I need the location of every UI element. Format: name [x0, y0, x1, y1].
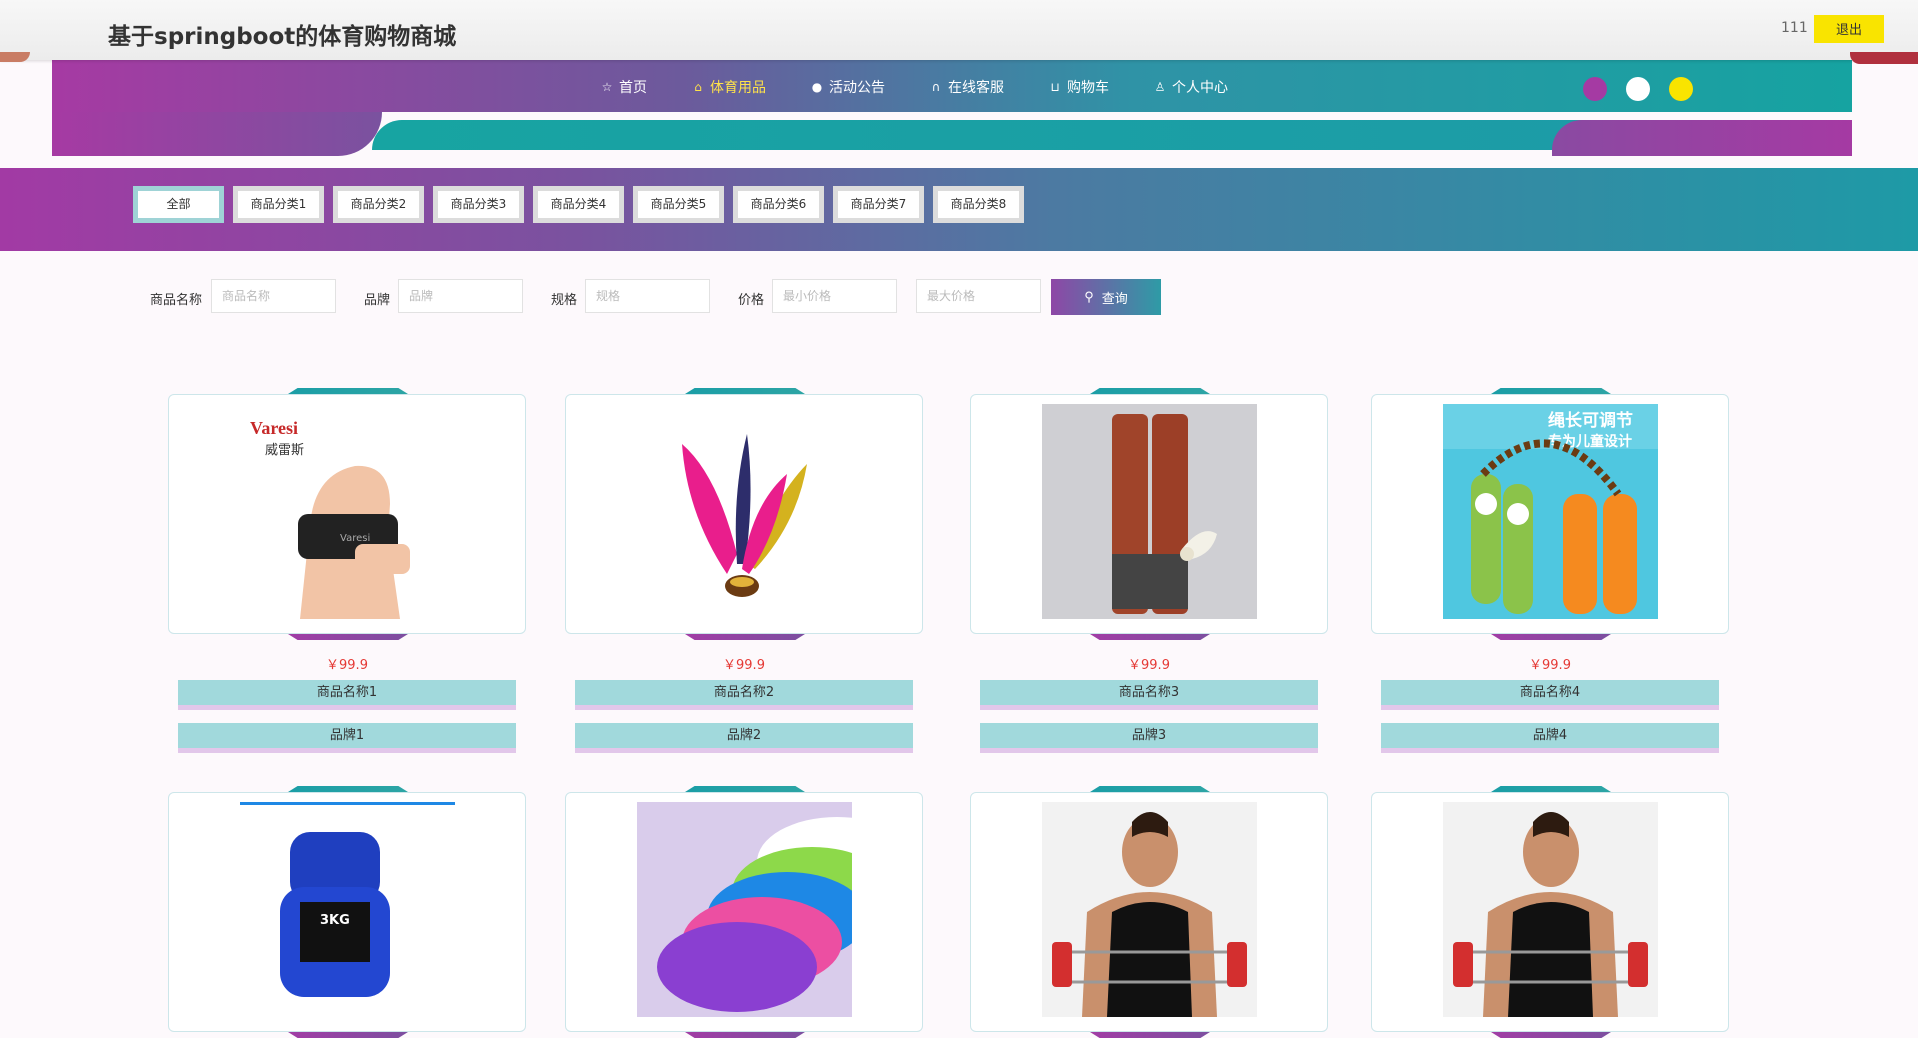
spec-input[interactable]: [585, 279, 710, 313]
nav-item-1[interactable]: ⌂ 体育用品: [691, 76, 766, 98]
bag-icon: ⌂: [694, 80, 702, 94]
nav-item-label: 体育用品: [710, 80, 766, 96]
category-list: 全部 商品分类1 商品分类2 商品分类3 商品分类4 商品分类5 商品分类6 商品分类7 商品分…: [133, 186, 1033, 223]
product-brand: 品牌2: [575, 723, 913, 753]
category-tab-2[interactable]: 商品分类2: [333, 186, 424, 223]
top-bar-edge-right: [1850, 52, 1918, 64]
info-icon: ●: [811, 80, 823, 94]
product-name[interactable]: 商品名称4: [1381, 680, 1719, 710]
frame-top-accent: [1491, 786, 1611, 792]
banner-wave-purple: [1552, 120, 1852, 156]
product-image[interactable]: [637, 404, 852, 619]
search-icon: ⚲: [1084, 289, 1094, 304]
max-price-input[interactable]: [916, 279, 1041, 313]
brand-input[interactable]: [398, 279, 523, 313]
frame-top-accent: [1090, 388, 1210, 394]
theme-dot-2[interactable]: [1669, 77, 1693, 101]
brand-label: 品牌: [364, 293, 391, 308]
frame-bottom-accent: [288, 634, 408, 640]
product-name[interactable]: 商品名称1: [178, 680, 516, 710]
frame-top-accent: [288, 786, 408, 792]
product-name[interactable]: 商品名称2: [575, 680, 913, 710]
category-tab-5[interactable]: 商品分类5: [633, 186, 724, 223]
headset-icon: ∩: [931, 80, 941, 94]
nav-item-3[interactable]: ∩ 在线客服: [929, 76, 1004, 98]
frame-bottom-accent: [288, 1032, 408, 1038]
svg-text:专为儿童设计: 专为儿童设计: [1548, 433, 1632, 450]
star-icon: ☆: [601, 80, 613, 94]
svg-text:Varesi: Varesi: [250, 418, 298, 438]
category-tab-8[interactable]: 商品分类8: [933, 186, 1024, 223]
app-title: 基于springboot的体育购物商城: [108, 24, 457, 50]
frame-top-accent: [288, 388, 408, 394]
nav-item-5[interactable]: ♙ 个人中心: [1153, 76, 1228, 98]
category-tab-7[interactable]: 商品分类7: [833, 186, 924, 223]
product-image[interactable]: 绳长可调节 专为儿童设计: [1443, 404, 1658, 619]
frame-bottom-accent: [1090, 634, 1210, 640]
frame-bottom-accent: [1491, 634, 1611, 640]
product-image[interactable]: Varesi 威雷斯 Varesi: [240, 404, 455, 619]
nav-item-label: 个人中心: [1172, 80, 1228, 96]
product-price: ￥99.9: [1529, 658, 1571, 673]
svg-text:Varesi: Varesi: [340, 533, 370, 544]
frame-top-accent: [685, 388, 805, 394]
nav-item-label: 在线客服: [948, 80, 1004, 96]
frame-bottom-accent: [1491, 1032, 1611, 1038]
price-label: 价格: [738, 293, 765, 308]
product-image[interactable]: [1443, 802, 1658, 1017]
category-tab-6[interactable]: 商品分类6: [733, 186, 824, 223]
min-price-input[interactable]: [772, 279, 897, 313]
product-price: ￥99.9: [326, 658, 368, 673]
theme-switcher: [1583, 77, 1712, 101]
svg-text:3KG: 3KG: [320, 913, 350, 928]
frame-bottom-accent: [1090, 1032, 1210, 1038]
product-image[interactable]: [637, 802, 852, 1017]
logout-button[interactable]: 退出: [1814, 15, 1884, 43]
frame-bottom-accent: [685, 634, 805, 640]
user-icon: ♙: [1154, 80, 1166, 94]
theme-dot-1[interactable]: [1626, 77, 1650, 101]
cart-icon: ⊔: [1050, 80, 1060, 94]
product-brand: 品牌1: [178, 723, 516, 753]
category-tab-4[interactable]: 商品分类4: [533, 186, 624, 223]
category-tab-0[interactable]: 全部: [133, 186, 224, 223]
svg-text:绳长可调节: 绳长可调节: [1548, 410, 1633, 431]
product-image[interactable]: [1042, 802, 1257, 1017]
nav-item-2[interactable]: ● 活动公告: [810, 76, 885, 98]
nav-item-0[interactable]: ☆ 首页: [600, 76, 647, 98]
nav-item-label: 活动公告: [829, 80, 885, 96]
nav-item-label: 首页: [619, 80, 647, 96]
nav-item-label: 购物车: [1067, 80, 1109, 96]
username: 111: [1781, 20, 1808, 36]
search-button-label: 查询: [1101, 290, 1128, 306]
banner-lower-left: [52, 112, 382, 156]
category-tab-3[interactable]: 商品分类3: [433, 186, 524, 223]
product-price: ￥99.9: [723, 658, 765, 673]
svg-text:威雷斯: 威雷斯: [265, 443, 304, 458]
frame-top-accent: [1491, 388, 1611, 394]
product-name[interactable]: 商品名称3: [980, 680, 1318, 710]
nav-banner: [52, 60, 1852, 156]
product-price: ￥99.9: [1128, 658, 1170, 673]
frame-bottom-accent: [685, 1032, 805, 1038]
name-label: 商品名称: [150, 293, 203, 308]
product-brand: 品牌4: [1381, 723, 1719, 753]
nav-item-4[interactable]: ⊔ 购物车: [1048, 76, 1109, 98]
product-brand: 品牌3: [980, 723, 1318, 753]
theme-dot-0[interactable]: [1583, 77, 1607, 101]
spec-label: 规格: [551, 293, 578, 308]
product-image[interactable]: 3KG: [240, 802, 455, 1017]
top-bar: 基于springboot的体育购物商城 111 退出: [0, 0, 1918, 64]
search-button[interactable]: ⚲ 查询: [1051, 279, 1161, 315]
main-nav: ☆ 首页 ⌂ 体育用品 ● 活动公告 ∩ 在线客服 ⊔ 购物车 ♙ 个人中心: [600, 76, 1272, 98]
frame-top-accent: [1090, 786, 1210, 792]
top-bar-edge-left: [0, 52, 30, 62]
name-input[interactable]: [211, 279, 336, 313]
frame-top-accent: [685, 786, 805, 792]
product-image[interactable]: [1042, 404, 1257, 619]
category-tab-1[interactable]: 商品分类1: [233, 186, 324, 223]
